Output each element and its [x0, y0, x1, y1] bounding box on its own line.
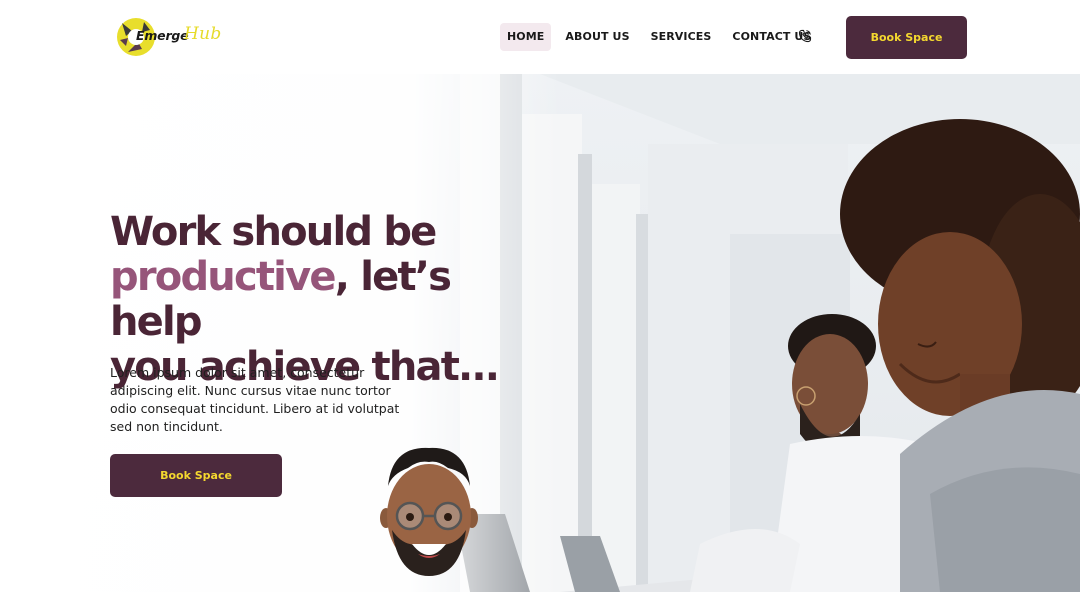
- logo-script: Hub: [184, 24, 222, 44]
- hero-description: Lorem ipsum dolor sit amet, consectetur …: [110, 365, 400, 434]
- headline-line-1: Work should be: [110, 209, 437, 255]
- phone-icon[interactable]: [798, 29, 812, 43]
- nav-home[interactable]: HOME: [500, 23, 552, 51]
- nav-about-us[interactable]: ABOUT US: [558, 23, 636, 51]
- navbar: Emerge Hub HOME ABOUT US SERVICES CONTAC…: [0, 0, 1080, 74]
- logo[interactable]: Emerge Hub: [114, 14, 224, 60]
- hero-book-space-button[interactable]: Book Space: [110, 454, 282, 497]
- headline-accent-word: productive: [110, 254, 337, 300]
- nav-links: HOME ABOUT US SERVICES CONTACT US: [500, 23, 818, 51]
- hero-headline: Work should be productive, let’s help yo…: [110, 210, 550, 390]
- avatar-emoji-icon: [380, 447, 478, 576]
- logo-word: Emerge: [136, 28, 189, 43]
- nav-book-space-button[interactable]: Book Space: [846, 16, 967, 59]
- nav-services[interactable]: SERVICES: [644, 23, 719, 51]
